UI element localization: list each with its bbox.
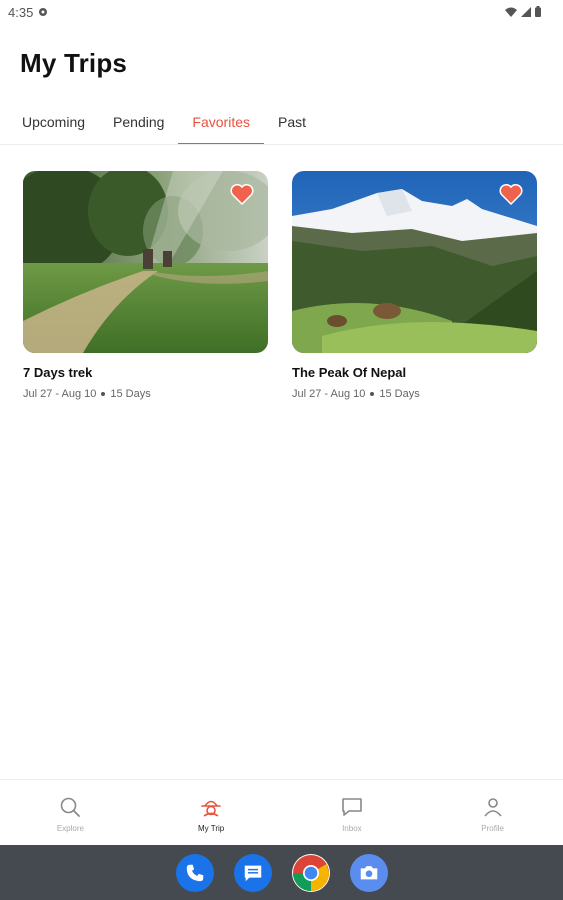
nav-profile[interactable]: Profile xyxy=(422,780,563,845)
system-dock xyxy=(0,845,563,900)
nav-inbox[interactable]: Inbox xyxy=(282,780,423,845)
notification-icon xyxy=(38,5,48,20)
status-bar: 4:35 xyxy=(0,0,563,24)
search-icon xyxy=(61,797,81,817)
trip-meta: Jul 27 - Aug 10 15 Days xyxy=(23,388,268,400)
status-time: 4:35 xyxy=(8,4,34,20)
trip-title: The Peak Of Nepal xyxy=(292,365,407,380)
chrome-icon xyxy=(292,854,329,891)
trip-meta: Jul 27 - Aug 10 15 Days xyxy=(292,388,537,400)
trip-photo-mountain-peak[interactable] xyxy=(292,171,537,353)
trip-dates: Jul 27 - Aug 10 xyxy=(23,388,97,400)
trip-duration: 15 Days xyxy=(379,388,420,400)
bottom-nav: Explore My Trip Inbox Profile xyxy=(0,779,563,845)
camera-icon xyxy=(360,865,377,879)
trip-card[interactable]: The Peak Of Nepal Jul 27 - Aug 10 15 Day… xyxy=(292,171,537,400)
tab-past[interactable]: Past xyxy=(264,100,320,145)
nav-label: My Trip xyxy=(198,824,225,833)
status-right xyxy=(505,5,541,20)
trip-card[interactable]: 7 Days trek Jul 27 - Aug 10 15 Days xyxy=(23,171,268,400)
nav-label: Inbox xyxy=(342,824,362,833)
trip-photo-forest-trail[interactable] xyxy=(23,171,268,353)
messages-app[interactable] xyxy=(233,853,272,892)
separator-dot xyxy=(101,392,106,396)
nav-my-trip[interactable]: My Trip xyxy=(141,780,282,845)
tabs-divider xyxy=(0,144,563,145)
nav-label: Explore xyxy=(56,824,84,833)
nav-label: Profile xyxy=(481,824,504,833)
separator-dot xyxy=(370,392,375,396)
tab-favorites[interactable]: Favorites xyxy=(178,100,264,145)
tab-upcoming[interactable]: Upcoming xyxy=(8,100,99,145)
wifi-icon xyxy=(505,5,517,20)
favorite-heart-icon[interactable] xyxy=(499,183,523,205)
tab-pending[interactable]: Pending xyxy=(99,100,178,145)
nav-explore[interactable]: Explore xyxy=(0,780,141,845)
favorite-heart-icon[interactable] xyxy=(230,183,254,205)
trip-dates: Jul 27 - Aug 10 xyxy=(292,388,366,400)
chat-icon xyxy=(342,798,362,816)
trip-tabs: Upcoming Pending Favorites Past xyxy=(8,100,320,145)
signal-icon xyxy=(521,5,531,20)
phone-app[interactable] xyxy=(175,853,214,892)
person-icon xyxy=(484,798,502,817)
messages-icon xyxy=(244,865,261,881)
camera-app[interactable] xyxy=(349,853,388,892)
status-left: 4:35 xyxy=(8,5,48,20)
page-title: My Trips xyxy=(20,48,128,78)
phone-icon xyxy=(186,864,203,881)
trip-duration: 15 Days xyxy=(110,388,151,400)
battery-icon xyxy=(535,5,541,20)
trip-icon xyxy=(201,800,221,817)
chrome-app[interactable] xyxy=(291,853,330,892)
trip-title: 7 Days trek xyxy=(23,365,93,380)
